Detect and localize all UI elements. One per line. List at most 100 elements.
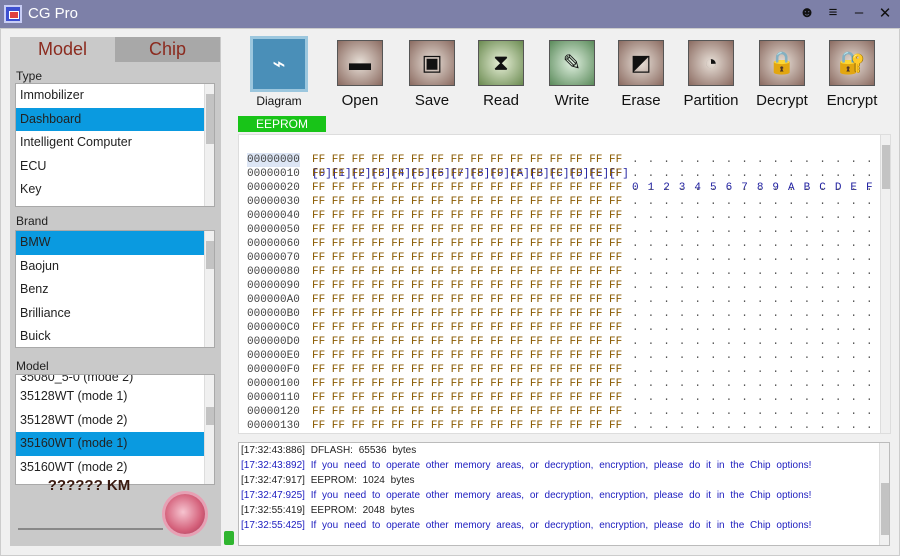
list-item[interactable]: ECU [16,155,206,179]
hex-row[interactable]: 000000C0 FF FF FF FF FF FF FF FF FF FF FF… [239,321,879,335]
hex-ascii: . . . . . . . . . . . . . . . . [632,392,874,404]
list-item[interactable]: Intelligent Computer [16,131,206,155]
toolbar-button-decrypt[interactable]: 🔒 Decrypt [747,40,817,109]
toolbar-label: Encrypt [826,92,878,109]
toolbar-label: Partition [683,92,739,109]
hex-address: 000000C0 [247,322,300,334]
hex-address: 000000F0 [247,364,300,376]
hex-row[interactable]: 00000100 FF FF FF FF FF FF FF FF FF FF FF… [239,377,879,391]
toolbar-button-encrypt[interactable]: 🔐 Encrypt [817,40,887,109]
hex-address: 000000B0 [247,308,300,320]
list-item[interactable]: Immobilizer [16,84,206,108]
hex-row[interactable]: 00000000 FF FF FF FF FF FF FF FF FF FF FF… [239,153,879,167]
floppy-icon: ▣ [409,40,455,86]
hex-row[interactable]: 00000080 FF FF FF FF FF FF FF FF FF FF FF… [239,265,879,279]
hex-row[interactable]: 00000050 FF FF FF FF FF FF FF FF FF FF FF… [239,223,879,237]
hex-scrollbar[interactable] [880,135,890,433]
window-title: CG Pro [28,5,79,22]
toolbar-button-read[interactable]: ⧗ Read [466,40,536,109]
hex-row[interactable]: 00000030 FF FF FF FF FF FF FF FF FF FF FF… [239,195,879,209]
tab-model[interactable]: Model [10,37,115,62]
list-item[interactable]: 35160WT (mode 2) [16,456,206,480]
toolbar-label: Decrypt [756,92,808,109]
tab-chip[interactable]: Chip [115,37,220,62]
hex-row[interactable]: 000000E0 FF FF FF FF FF FF FF FF FF FF FF… [239,349,879,363]
hex-bytes: FF FF FF FF FF FF FF FF FF FF FF FF FF F… [312,196,623,208]
toolbar-button-open[interactable]: ▬ Open [325,40,395,109]
list-item[interactable]: Dashboard [16,107,206,131]
log-line: [17:32:47:925] If you need to operate ot… [241,490,812,501]
hex-bytes: FF FF FF FF FF FF FF FF FF FF FF FF FF F… [312,322,623,334]
hex-bytes: FF FF FF FF FF FF FF FF FF FF FF FF FF F… [312,182,623,194]
toolbar-button-diagram[interactable]: ⌁ Diagram [244,36,314,108]
hex-ascii: . . . . . . . . . . . . . . . . [632,364,874,376]
hex-bytes: FF FF FF FF FF FF FF FF FF FF FF FF FF F… [312,294,623,306]
hex-address: 00000070 [247,252,300,264]
toolbar-button-erase[interactable]: ◩ Erase [606,40,676,109]
toolbar-button-write[interactable]: ✎ Write [537,40,607,109]
hex-ascii: . . . . . . . . . . . . . . . . [632,294,874,306]
hourglass-icon: ⧗ [478,40,524,86]
title-bar: CG Pro ☻ ≡ – ✕ [0,0,900,28]
hex-bytes: FF FF FF FF FF FF FF FF FF FF FF FF FF F… [312,154,623,166]
hex-row[interactable]: 00000110 FF FF FF FF FF FF FF FF FF FF FF… [239,391,879,405]
hex-ascii: . . . . . . . . . . . . . . . . [632,378,874,390]
start-knob-button[interactable] [165,494,205,534]
list-item[interactable]: Key [16,178,206,202]
hex-row[interactable]: 00000020 FF FF FF FF FF FF FF FF FF FF FF… [239,181,879,195]
scrollbar[interactable] [204,231,214,347]
left-panel: Model Chip Type Immobilizer Dashboard Inte… [10,37,221,546]
hex-bytes: FF FF FF FF FF FF FF FF FF FF FF FF FF F… [312,308,623,320]
type-list[interactable]: Immobilizer Dashboard Intelligent Computer… [15,83,215,207]
hex-ascii: . . . . . . . . . . . . . . . . [632,322,874,334]
app-logo-icon [4,5,22,23]
divider [18,528,163,530]
hex-address: 00000090 [247,280,300,292]
hex-row[interactable]: 000000F0 FF FF FF FF FF FF FF FF FF FF FF… [239,363,879,377]
circuit-icon: ⌁ [250,36,308,92]
hex-row[interactable]: 00000010 FF FF FF FF FF FF FF FF FF FF FF… [239,167,879,181]
hex-row[interactable]: 00000090 FF FF FF FF FF FF FF FF FF FF FF… [239,279,879,293]
log-scrollbar[interactable] [879,443,889,545]
hex-row[interactable]: 00000120 FF FF FF FF FF FF FF FF FF FF FF… [239,405,879,419]
toolbar-label: Open [341,92,379,109]
hex-editor[interactable]: -------- [0][1][2][3][4][5][6][7][8][9][… [238,134,891,434]
list-item[interactable]: Buick [16,325,206,347]
toolbar-button-save[interactable]: ▣ Save [397,40,467,109]
hex-row[interactable]: 00000070 FF FF FF FF FF FF FF FF FF FF FF… [239,251,879,265]
hex-ascii: . . . . . . . . . . . . . . . . [632,350,874,362]
brand-list[interactable]: BMW Baojun Benz Brilliance Buick [15,230,215,348]
list-item[interactable]: Brilliance [16,302,206,326]
menu-icon[interactable]: ≡ [824,4,842,21]
list-item[interactable]: 35128WT (mode 1) [16,385,206,409]
close-button[interactable]: ✕ [876,4,894,22]
pie-icon: ◔ [688,40,734,86]
eraser-icon: ◩ [618,40,664,86]
minimize-button[interactable]: – [850,4,868,21]
list-item[interactable]: 35128WT (mode 2) [16,409,206,433]
hex-bytes: FF FF FF FF FF FF FF FF FF FF FF FF FF F… [312,280,623,292]
toolbar-button-partition[interactable]: ◔ Partition [676,40,746,109]
hex-row[interactable]: 00000060 FF FF FF FF FF FF FF FF FF FF FF… [239,237,879,251]
scrollbar[interactable] [204,375,214,484]
user-icon[interactable]: ☻ [798,4,816,21]
toolbar-label: Erase [621,92,661,109]
hex-bytes: FF FF FF FF FF FF FF FF FF FF FF FF FF F… [312,252,623,264]
hex-row[interactable]: 000000A0 FF FF FF FF FF FF FF FF FF FF FF… [239,293,879,307]
hex-ascii: . . . . . . . . . . . . . . . . [632,224,874,236]
model-list[interactable]: 35080_5-0 (mode 2) 35128WT (mode 1) 35128W… [15,374,215,485]
list-item[interactable]: Baojun [16,255,206,279]
hex-row[interactable]: 00000130 FF FF FF FF FF FF FF FF FF FF FF… [239,419,879,433]
hex-ascii: . . . . . . . . . . . . . . . . [632,182,874,194]
hex-ascii: . . . . . . . . . . . . . . . . [632,168,874,180]
list-item[interactable]: 35160WT (mode 1) [16,432,206,456]
hex-row[interactable]: 000000D0 FF FF FF FF FF FF FF FF FF FF FF… [239,335,879,349]
hex-row[interactable]: 000000B0 FF FF FF FF FF FF FF FF FF FF FF… [239,307,879,321]
hex-ascii: . . . . . . . . . . . . . . . . [632,196,874,208]
list-item[interactable]: 35080_5-0 (mode 2) [16,375,206,385]
hex-ascii: . . . . . . . . . . . . . . . . [632,252,874,264]
hex-row[interactable]: 00000040 FF FF FF FF FF FF FF FF FF FF FF… [239,209,879,223]
list-item[interactable]: Benz [16,278,206,302]
list-item[interactable]: BMW [16,231,206,255]
scrollbar[interactable] [204,84,214,206]
